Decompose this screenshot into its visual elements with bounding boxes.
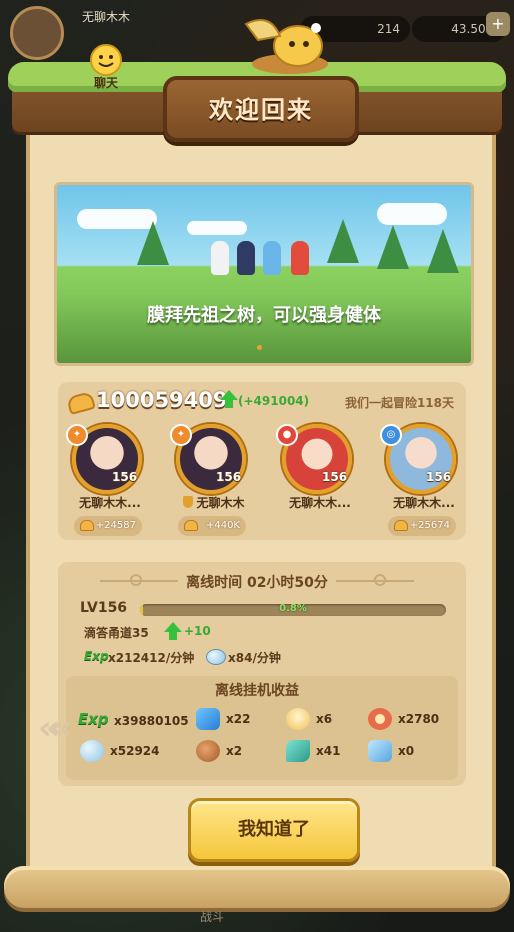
scroll-bottom-rod [4, 866, 510, 908]
cloud-icon [377, 203, 447, 225]
reward-teal-stone: x41 [286, 740, 356, 764]
power-coin-icon [66, 390, 96, 416]
hero-gain: +25674 [409, 520, 450, 531]
power-row: 100059409 (+491004) 我们一起冒险118天 [64, 386, 464, 416]
hero-gain: +24587 [95, 520, 136, 531]
hero-level: 156 [112, 470, 138, 484]
power-diff: (+491004) [238, 394, 310, 408]
character-sprite [237, 241, 255, 275]
hero-gain-badge: +25674 [388, 516, 456, 536]
confirm-button[interactable]: 我知道了 [188, 798, 360, 862]
ice-crystal-icon [368, 740, 392, 762]
crystal-blue-icon [196, 708, 220, 730]
reward-meat: x2 [196, 740, 276, 764]
reward-crystal: x22 [196, 708, 276, 732]
reward-value: x2 [226, 744, 243, 758]
character-sprite [211, 241, 229, 275]
reward-egg: x6 [286, 708, 356, 732]
up-arrow-icon [164, 622, 182, 632]
power-value: 100059409 [96, 388, 228, 412]
tree-icon [327, 219, 359, 263]
character-sprite [291, 241, 309, 275]
hero-card[interactable]: ◎ 156 无聊木木... +25674 [374, 424, 474, 536]
banner-caption: 膜拜先祖之树，可以强身健体 [147, 305, 381, 326]
carousel-dot[interactable] [257, 345, 262, 350]
cloud-icon [187, 221, 247, 235]
dialog-title: 欢迎回来 [209, 96, 313, 124]
hero-level: 156 [216, 470, 242, 484]
hero-name: 无聊木木... [289, 496, 351, 510]
title-plaque: 欢迎回来 [163, 76, 359, 142]
player-level: LV156 [80, 600, 128, 616]
nav-battle[interactable]: 战斗 [200, 908, 224, 925]
up-arrow-stem [169, 632, 177, 640]
fire-element-icon: ✦ [66, 424, 88, 446]
promo-banner[interactable]: 膜拜先祖之树，可以强身健体 [54, 182, 474, 366]
tree-icon [377, 225, 409, 269]
hero-name: 无聊木木... [79, 496, 141, 510]
coin-icon [184, 520, 198, 531]
hero-gain-badge: +24587 [74, 516, 142, 536]
hero-card[interactable]: ● 156 无聊木木... [270, 424, 370, 536]
stage-name: 滴答甬道35 [84, 626, 149, 640]
egg-icon [286, 708, 310, 730]
hero-level: 156 [426, 470, 452, 484]
meat-element-icon: ● [276, 424, 298, 446]
hero-gain: +440K [205, 520, 240, 531]
chevron-left-icon[interactable]: «« [38, 708, 72, 748]
reward-exp: Exp x39880105 [78, 710, 189, 734]
character-sprite [263, 241, 281, 275]
coin-icon [80, 520, 94, 531]
offline-time: 离线时间 02小时50分 [186, 575, 328, 591]
water-element-icon: ◎ [380, 424, 402, 446]
chat-label: 聊天 [93, 76, 118, 90]
teal-stone-icon [286, 740, 310, 762]
up-arrow-stem [225, 400, 233, 408]
hero-name: 无聊木木 [164, 494, 264, 511]
reward-value: x52924 [110, 744, 160, 758]
exp-rate: x212412/分钟 [108, 651, 195, 665]
reward-value: x41 [316, 744, 341, 758]
exp-progress-bar: 0.8% [140, 604, 446, 616]
coin-icon [394, 520, 408, 531]
chat-smiley-icon [90, 44, 122, 76]
reward-value: x22 [226, 712, 251, 726]
exp-progress-text: 0.8% [279, 604, 307, 614]
hero-gain-badge: +440K [178, 516, 246, 536]
player-avatar[interactable] [10, 6, 64, 60]
hero-level: 156 [322, 470, 348, 484]
gem-icon [206, 649, 226, 665]
reward-gem: x52924 [80, 740, 190, 764]
stage-diff: +10 [184, 624, 211, 638]
meat-icon [196, 740, 220, 762]
gem-rate: x84/分钟 [228, 651, 281, 665]
earnings-title: 离线挂机收益 [215, 683, 299, 699]
medal-icon [368, 708, 392, 730]
mascot-icon [244, 19, 328, 74]
tree-icon [137, 221, 169, 265]
reward-value: x2780 [398, 712, 440, 726]
up-arrow-icon [220, 390, 238, 400]
reward-value: x6 [316, 712, 333, 726]
reward-value: x0 [398, 744, 415, 758]
gem-icon [80, 740, 104, 762]
hero-name-text: 无聊木木 [196, 496, 245, 510]
hero-card[interactable]: ✦ 156 无聊木木 +440K [164, 424, 264, 536]
hero-card[interactable]: ✦ 156 无聊木木... +24587 [60, 424, 160, 536]
tree-icon [427, 229, 459, 273]
exp-icon: Exp [78, 710, 109, 728]
exp-icon: Exp [84, 649, 109, 663]
chat-button[interactable]: 聊天 [84, 44, 128, 94]
hero-name: 无聊木木... [393, 496, 455, 510]
reward-medal: x2780 [368, 708, 448, 732]
add-currency-button[interactable]: + [486, 12, 510, 36]
reward-value: x39880105 [114, 714, 189, 728]
fire-element-icon: ✦ [170, 424, 192, 446]
reward-ice-crystal: x0 [368, 740, 438, 764]
player-name: 无聊木木 [82, 10, 131, 24]
shield-icon [183, 496, 194, 508]
adventure-days: 我们一起冒险118天 [344, 396, 454, 410]
